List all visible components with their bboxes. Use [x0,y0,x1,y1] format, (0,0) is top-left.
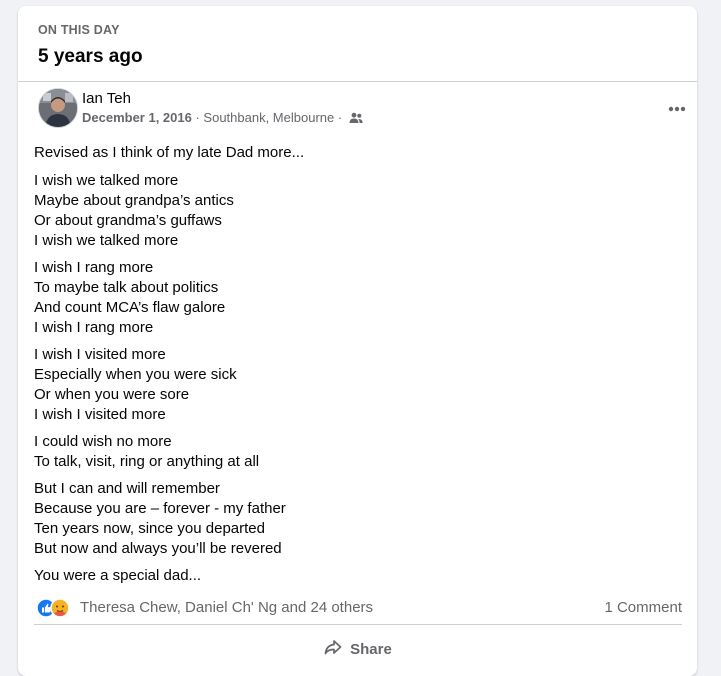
share-icon [324,639,342,659]
poem-line: I wish I visited more [34,406,166,423]
poem-stanza: I wish we talked more Maybe about grandp… [34,171,705,251]
poem-line: Ten years now, since you departed [34,520,265,537]
author-name[interactable]: Ian Teh [82,90,131,108]
more-options-button[interactable] [663,98,691,120]
post-location[interactable]: Southbank, Melbourne [203,110,334,125]
poem-line: Especially when you were sick [34,366,237,383]
more-options-icon [668,106,686,112]
poem-line: I wish we talked more [34,172,179,189]
avatar[interactable] [38,88,78,128]
memory-header: ON THIS DAY 5 years ago [18,6,697,82]
post-meta: December 1, 2016 · Southbank, Melbourne … [82,110,363,128]
poem-line: To talk, visit, ring or anything at all [34,453,260,470]
poem-line: And count MCA’s flaw galore [34,299,226,316]
poem-line: Maybe about grandpa’s antics [34,192,234,209]
memory-kicker: ON THIS DAY [38,23,120,37]
post-body: Revised as I think of my late Dad more..… [34,143,705,586]
post-header: Ian Teh December 1, 2016 · Southbank, Me… [34,88,687,130]
meta-separator: · [334,110,346,125]
poem-line: I wish I rang more [34,319,154,336]
poem-line: Because you are – forever - my father [34,500,286,517]
reactions-bar: Theresa Chew, Daniel Ch' Ng and 24 other… [34,596,682,625]
poem-line: Or about grandma’s guffaws [34,212,222,229]
poem-stanza: I wish I rang more To maybe talk about p… [34,258,705,338]
reaction-names[interactable]: Theresa Chew, Daniel Ch' Ng and 24 other… [80,599,373,617]
poem-line: I wish I visited more [34,346,166,363]
poem-line: I wish I rang more [34,259,154,276]
poem-line: Or when you were sore [34,386,190,403]
poem-line: But I can and will remember [34,480,220,497]
poem-stanza: But I can and will remember Because you … [34,479,705,559]
memory-title: 5 years ago [38,46,143,67]
meta-separator: · [191,110,204,125]
share-label: Share [350,640,392,658]
avatar-photo [39,89,77,127]
poem-line: But now and always you’ll be revered [34,540,282,557]
reaction-icons[interactable] [36,597,76,618]
friends-icon[interactable] [349,112,363,128]
poem-stanza: I could wish no more To talk, visit, rin… [34,432,705,472]
poem-stanza: I wish I visited more Especially when yo… [34,345,705,425]
post-intro: Revised as I think of my late Dad more..… [34,144,305,161]
share-button[interactable]: Share [34,634,682,664]
poem-line: I wish we talked more [34,232,179,249]
comment-count[interactable]: 1 Comment [604,599,682,617]
poem-line: I could wish no more [34,433,172,450]
poem-line: To maybe talk about politics [34,279,219,296]
care-icon [50,598,70,618]
post-date[interactable]: December 1, 2016 [82,110,192,125]
post-closing: You were a special dad... [34,567,202,584]
